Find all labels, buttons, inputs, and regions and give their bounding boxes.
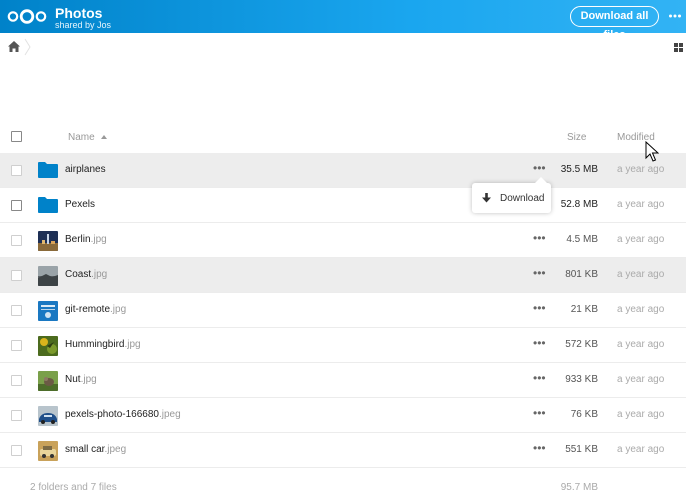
file-size: 76 KB — [570, 409, 598, 420]
file-count-summary: 2 folders and 7 files — [30, 482, 117, 493]
download-arrow-icon[interactable] — [482, 193, 491, 203]
file-modified: a year ago — [617, 339, 665, 350]
app-header: Photos shared by Jos Download all files — [0, 0, 686, 41]
total-size: 95.7 MB — [560, 482, 598, 493]
file-name[interactable]: small car.jpeg — [65, 444, 126, 455]
file-name[interactable]: Pexels — [65, 199, 95, 210]
row-checkbox[interactable] — [11, 445, 22, 456]
file-name[interactable]: Coast.jpg — [65, 269, 107, 280]
breadcrumb-separator — [24, 38, 31, 56]
download-all-button[interactable]: Download all files — [570, 6, 659, 41]
table-row[interactable]: Berlin.jpg ••• 4.5 MB a year ago — [0, 223, 686, 258]
image-thumbnail — [38, 371, 58, 391]
file-modified: a year ago — [617, 374, 665, 385]
file-name[interactable]: Nut.jpg — [65, 374, 97, 385]
row-checkbox[interactable] — [11, 270, 22, 281]
row-checkbox[interactable] — [11, 340, 22, 351]
ellipsis-icon[interactable] — [668, 8, 682, 24]
image-thumbnail — [38, 301, 58, 321]
home-icon[interactable] — [8, 41, 20, 52]
file-size: 4.5 MB — [566, 234, 598, 245]
image-thumbnail — [38, 231, 58, 251]
file-size: 801 KB — [565, 269, 598, 280]
table-row[interactable]: airplanes ••• 35.5 MB a year ago — [0, 153, 686, 188]
share-owner: shared by Jos — [55, 20, 112, 30]
image-thumbnail — [38, 441, 58, 461]
row-checkbox[interactable] — [11, 165, 22, 176]
row-checkbox[interactable] — [11, 410, 22, 421]
file-name[interactable]: Hummingbird.jpg — [65, 339, 141, 350]
file-modified: a year ago — [617, 304, 665, 315]
file-size: 551 KB — [565, 444, 598, 455]
row-checkbox[interactable] — [11, 375, 22, 386]
file-size: 572 KB — [565, 339, 598, 350]
page-title: Photos — [55, 5, 103, 21]
sort-ascending-icon — [101, 135, 107, 139]
image-thumbnail — [38, 266, 58, 286]
row-checkbox[interactable] — [11, 200, 22, 211]
file-modified: a year ago — [617, 409, 665, 420]
file-modified: a year ago — [617, 234, 665, 245]
popover-arrow — [535, 177, 547, 183]
file-size: 933 KB — [565, 374, 598, 385]
folder-icon — [38, 162, 58, 178]
folder-icon — [38, 197, 58, 213]
file-size: 35.5 MB — [560, 164, 598, 175]
column-header-size[interactable]: Size — [567, 132, 586, 143]
file-size: 21 KB — [570, 304, 598, 315]
column-header-name[interactable]: Name — [68, 132, 95, 143]
row-checkbox[interactable] — [11, 235, 22, 246]
table-row[interactable]: pexels-photo-166680.jpeg ••• 76 KB a yea… — [0, 398, 686, 433]
grid-view-icon[interactable] — [674, 43, 683, 52]
file-modified: a year ago — [617, 269, 665, 280]
file-name[interactable]: pexels-photo-166680.jpeg — [65, 409, 181, 420]
file-modified: a year ago — [617, 444, 665, 455]
row-checkbox[interactable] — [11, 305, 22, 316]
nextcloud-logo-icon[interactable] — [7, 9, 47, 24]
table-row[interactable]: small car.jpeg ••• 551 KB a year ago — [0, 433, 686, 468]
image-thumbnail — [38, 336, 58, 356]
table-row[interactable]: git-remote.jpg ••• 21 KB a year ago — [0, 293, 686, 328]
file-modified: a year ago — [617, 199, 665, 210]
file-name[interactable]: Berlin.jpg — [65, 234, 107, 245]
file-name[interactable]: git-remote.jpg — [65, 304, 126, 315]
download-menu-item[interactable]: Download — [500, 193, 544, 204]
mouse-cursor-icon — [645, 141, 659, 162]
file-name[interactable]: airplanes — [65, 164, 106, 175]
table-row[interactable]: Coast.jpg ••• 801 KB a year ago — [0, 258, 686, 293]
select-all-checkbox[interactable] — [11, 131, 22, 142]
table-row[interactable]: Nut.jpg ••• 933 KB a year ago — [0, 363, 686, 398]
table-row[interactable]: Hummingbird.jpg ••• 572 KB a year ago — [0, 328, 686, 363]
image-thumbnail — [38, 406, 58, 426]
file-modified: a year ago — [617, 164, 665, 175]
table-row[interactable]: Pexels 52.8 MB a year ago — [0, 188, 686, 223]
